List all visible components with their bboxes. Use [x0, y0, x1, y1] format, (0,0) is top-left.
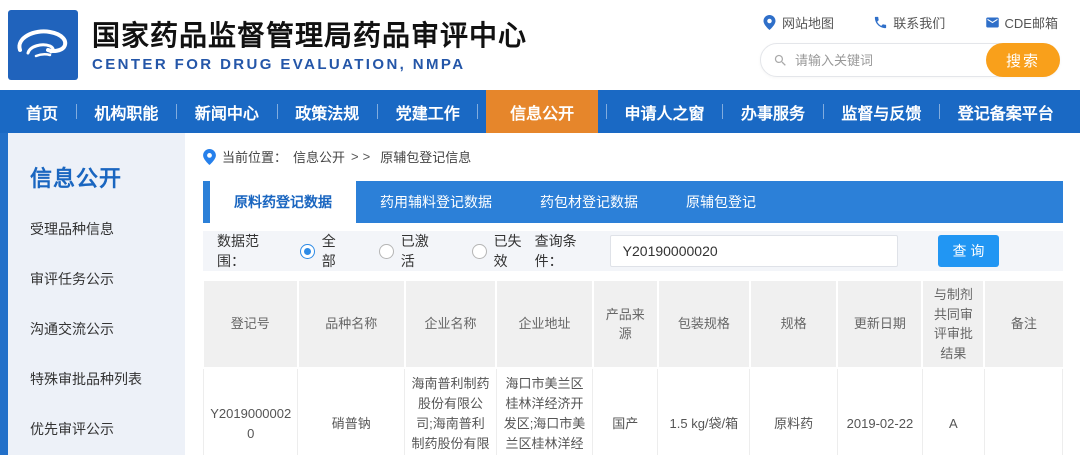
- col-spec: 规格: [750, 281, 838, 368]
- sitemap-label: 网站地图: [782, 13, 834, 32]
- col-packaging-spec: 包装规格: [658, 281, 750, 368]
- main-nav: 首页 机构职能 新闻中心 政策法规 党建工作 信息公开 申请人之窗 办事服务 监…: [0, 90, 1080, 133]
- registration-table: 登记号 品种名称 企业名称 企业地址 产品来源 包装规格 规格 更新日期 与制剂…: [203, 281, 1063, 455]
- table-header-row: 登记号 品种名称 企业名称 企业地址 产品来源 包装规格 规格 更新日期 与制剂…: [204, 281, 1063, 368]
- nav-divider: [722, 104, 723, 119]
- scope-radio-group: 全部 已激活 已失效: [300, 231, 535, 271]
- nav-item-party[interactable]: 党建工作: [386, 90, 470, 133]
- breadcrumb-separator: >>: [351, 149, 374, 164]
- phone-icon: [873, 15, 888, 30]
- breadcrumb-current: 原辅包登记信息: [380, 147, 471, 166]
- site-search-input[interactable]: [795, 53, 983, 68]
- radio-circle-icon: [300, 244, 315, 259]
- cell-packaging-spec: 1.5 kg/袋/箱: [658, 368, 750, 455]
- radio-all[interactable]: 全部: [300, 231, 349, 271]
- col-variety-name: 品种名称: [298, 281, 405, 368]
- cell-product-origin: 国产: [593, 368, 658, 455]
- nav-item-registration-platform[interactable]: 登记备案平台: [948, 90, 1064, 133]
- contact-us-label: 联系我们: [893, 13, 945, 32]
- envelope-icon: [985, 15, 1000, 30]
- sidebar-item-priority-review[interactable]: 优先审评公示: [30, 419, 185, 439]
- breadcrumb: 当前位置： 信息公开 >> 原辅包登记信息: [203, 147, 1063, 166]
- site-header: 国家药品监督管理局药品审评中心 CENTER FOR DRUG EVALUATI…: [0, 0, 1080, 90]
- query-condition-label: 查询条件：: [535, 231, 604, 271]
- col-remarks: 备注: [984, 281, 1062, 368]
- tab-packaging-registration[interactable]: 药包材登记数据: [516, 181, 662, 223]
- cell-variety-name: 硝普钠: [298, 368, 405, 455]
- nav-item-supervision[interactable]: 监督与反馈: [831, 90, 931, 133]
- radio-inactive[interactable]: 已失效: [472, 231, 535, 271]
- nav-divider: [477, 104, 478, 119]
- radio-circle-icon: [379, 244, 394, 259]
- nav-item-info-disclosure[interactable]: 信息公开: [486, 90, 598, 133]
- page-subtitle: CENTER FOR DRUG EVALUATION, NMPA: [92, 56, 527, 73]
- col-company-name: 企业名称: [405, 281, 497, 368]
- nav-divider: [277, 104, 278, 119]
- nav-divider: [606, 104, 607, 119]
- search-icon: [773, 53, 788, 68]
- nav-item-home[interactable]: 首页: [16, 90, 68, 133]
- header-utilities: 网站地图 联系我们 CDE邮箱 搜索: [760, 13, 1060, 77]
- quick-links: 网站地图 联系我们 CDE邮箱: [760, 13, 1060, 32]
- breadcrumb-section[interactable]: 信息公开: [293, 147, 345, 166]
- radio-activated-label: 已激活: [401, 231, 442, 271]
- col-product-origin: 产品来源: [593, 281, 658, 368]
- nav-item-applicant-window[interactable]: 申请人之窗: [615, 90, 715, 133]
- nav-divider: [939, 104, 940, 119]
- site-search: 搜索: [760, 43, 1060, 77]
- nav-item-news[interactable]: 新闻中心: [185, 90, 269, 133]
- nav-item-functions[interactable]: 机构职能: [84, 90, 168, 133]
- nav-divider: [76, 104, 77, 119]
- sidebar-item-special-approval[interactable]: 特殊审批品种列表: [30, 369, 185, 389]
- left-accent-strip: [0, 133, 8, 455]
- cell-company-address: 海口市美兰区桂林洋经济开发区;海口市美兰区桂林洋经济开发区: [496, 368, 592, 455]
- dataset-tabs: 原料药登记数据 药用辅料登记数据 药包材登记数据 原辅包登记: [203, 181, 1063, 223]
- nav-divider: [377, 104, 378, 119]
- scope-label: 数据范围：: [217, 231, 286, 271]
- sidebar-item-communication[interactable]: 沟通交流公示: [30, 319, 185, 339]
- contact-us-link[interactable]: 联系我们: [873, 13, 945, 32]
- nav-item-policies[interactable]: 政策法规: [285, 90, 369, 133]
- radio-activated[interactable]: 已激活: [379, 231, 442, 271]
- cell-update-date: 2019-02-22: [837, 368, 922, 455]
- table-row: Y20190000020 硝普钠 海南普利制药股份有限公司;海南普利制药股份有限…: [204, 368, 1063, 455]
- filter-bar: 数据范围： 全部 已激活 已失效 查询条件： 查 询: [203, 231, 1063, 271]
- tab-raw-aux-pack[interactable]: 原辅包登记: [662, 181, 780, 223]
- breadcrumb-location-label: 当前位置：: [222, 147, 287, 166]
- col-joint-review-result: 与制剂共同审评审批结果: [922, 281, 984, 368]
- col-company-address: 企业地址: [496, 281, 592, 368]
- tab-api-registration[interactable]: 原料药登记数据: [210, 181, 356, 223]
- sidebar-item-review-tasks[interactable]: 审评任务公示: [30, 269, 185, 289]
- cell-spec: 原料药: [750, 368, 838, 455]
- nav-divider: [176, 104, 177, 119]
- nav-divider: [823, 104, 824, 119]
- cell-company-name: 海南普利制药股份有限公司;海南普利制药股份有限公司: [405, 368, 497, 455]
- radio-circle-icon: [472, 244, 487, 259]
- page-title: 国家药品监督管理局药品审评中心: [92, 18, 527, 53]
- cell-registration-no: Y20190000020: [204, 368, 298, 455]
- main-content: 当前位置： 信息公开 >> 原辅包登记信息 原料药登记数据 药用辅料登记数据 药…: [185, 133, 1080, 455]
- page-body: 信息公开 受理品种信息 审评任务公示 沟通交流公示 特殊审批品种列表 优先审评公…: [0, 133, 1080, 455]
- cell-joint-review-result: A: [922, 368, 984, 455]
- cde-mail-label: CDE邮箱: [1005, 13, 1058, 32]
- sidebar-title: 信息公开: [30, 161, 185, 193]
- col-registration-no: 登记号: [204, 281, 298, 368]
- sidebar-item-accepted-varieties[interactable]: 受理品种信息: [30, 219, 185, 239]
- tab-excipient-registration[interactable]: 药用辅料登记数据: [356, 181, 516, 223]
- radio-all-label: 全部: [322, 231, 349, 271]
- cde-mail-link[interactable]: CDE邮箱: [985, 13, 1058, 32]
- cde-logo[interactable]: [8, 10, 78, 80]
- location-pin-icon: [762, 15, 777, 30]
- nav-item-services[interactable]: 办事服务: [731, 90, 815, 133]
- sidebar: 信息公开 受理品种信息 审评任务公示 沟通交流公示 特殊审批品种列表 优先审评公…: [8, 133, 185, 455]
- site-titles: 国家药品监督管理局药品审评中心 CENTER FOR DRUG EVALUATI…: [92, 18, 527, 73]
- site-search-button[interactable]: 搜索: [986, 43, 1060, 77]
- col-update-date: 更新日期: [837, 281, 922, 368]
- query-button[interactable]: 查 询: [938, 235, 999, 267]
- location-pin-icon: [203, 149, 216, 165]
- sitemap-link[interactable]: 网站地图: [762, 13, 834, 32]
- query-condition-input[interactable]: [610, 235, 898, 267]
- radio-inactive-label: 已失效: [494, 231, 535, 271]
- cell-remarks: [984, 368, 1062, 455]
